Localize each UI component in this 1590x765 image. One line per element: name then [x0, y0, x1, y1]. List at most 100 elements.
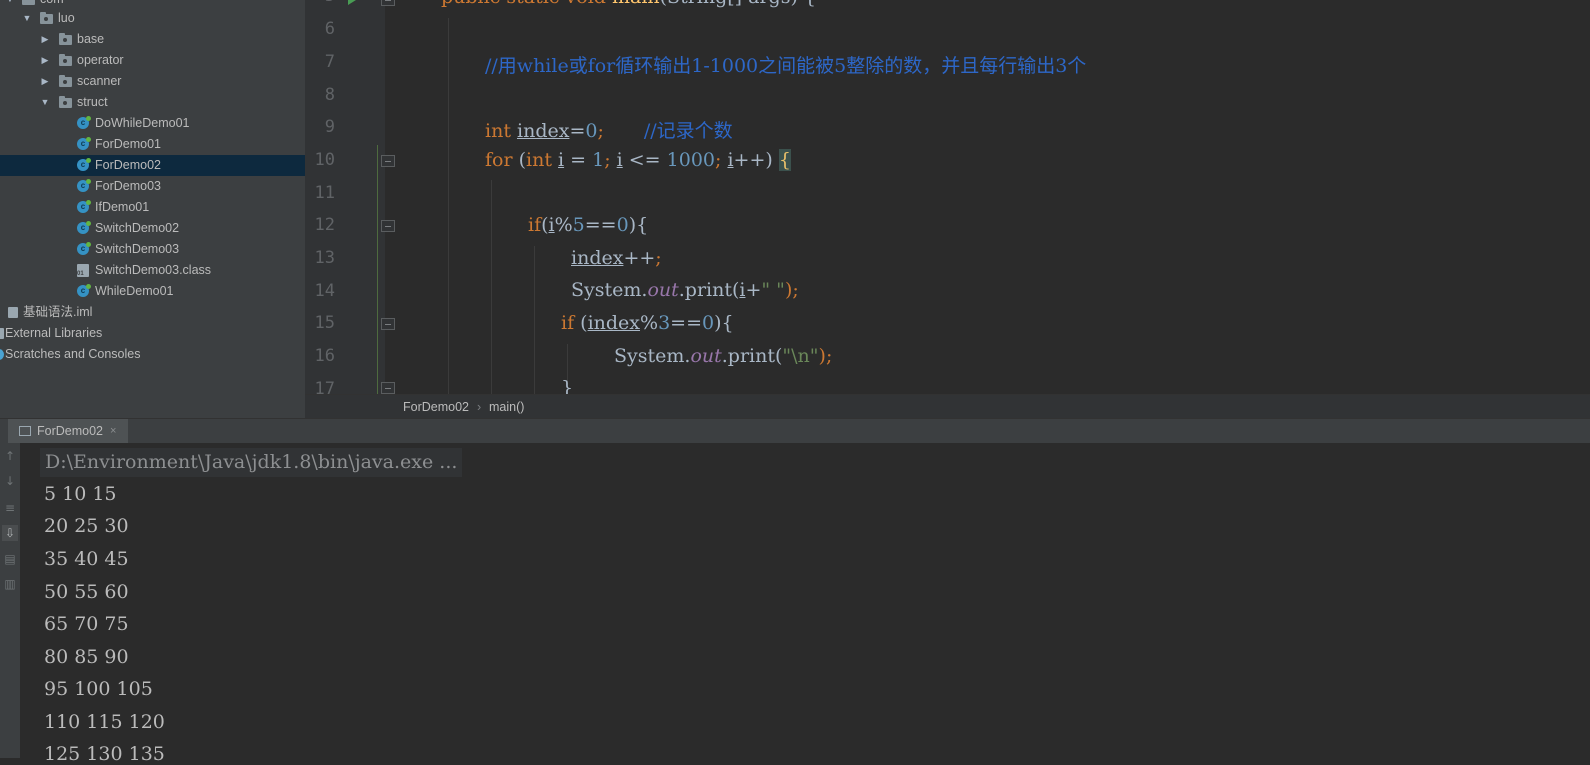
tree-item-dowhiledemo01[interactable]: c DoWhileDemo01: [0, 113, 305, 134]
run-console[interactable]: ↑ ↓ ≡ ⇩ ▤ ▥ D:\Environment\Java\jdk1.8\b…: [0, 443, 1590, 765]
soft-wrap-icon[interactable]: ≡: [2, 500, 18, 516]
tree-item-switchdemo02[interactable]: c SwitchDemo02: [0, 218, 305, 239]
tree-item-switchdemo03-class[interactable]: SwitchDemo03.class: [0, 260, 305, 281]
console-output-line: 95 100 105: [44, 678, 153, 700]
code-editor[interactable]: 5 6 7 8 9 10 11 12 13 14 15 16 17 public…: [305, 0, 1590, 394]
tree-item-scanner[interactable]: ▶ scanner: [0, 71, 305, 92]
java-class-icon: c: [77, 200, 91, 213]
code-line-15: if (index%3==0){: [561, 312, 734, 334]
line-number: 12: [314, 215, 335, 235]
indent-guide: [534, 246, 535, 394]
tree-item-label: IfDemo01: [95, 200, 150, 214]
code-token: 0: [585, 120, 598, 142]
tree-item-ifdemo01[interactable]: c IfDemo01: [0, 197, 305, 218]
chevron-down-icon[interactable]: ▼: [40, 92, 50, 113]
run-tab-bar: ForDemo02 ×: [0, 418, 1590, 445]
java-class-icon: c: [77, 179, 91, 192]
tree-item-struct[interactable]: ▼ struct: [0, 92, 305, 113]
code-token: %: [640, 312, 659, 334]
tree-item-label: luo: [58, 11, 75, 25]
code-token: =: [564, 149, 593, 171]
code-token: ;: [604, 149, 617, 171]
chevron-right-icon[interactable]: ▶: [40, 50, 50, 71]
console-toolbar: ↑ ↓ ≡ ⇩ ▤ ▥: [0, 443, 20, 758]
fold-range-line: [377, 145, 378, 394]
chevron-down-icon[interactable]: ▼: [22, 8, 32, 29]
tree-item-label: SwitchDemo02: [95, 221, 180, 235]
tree-item-luo[interactable]: ▼ luo: [0, 8, 305, 29]
code-token: for: [485, 149, 519, 171]
code-token: " ": [761, 279, 785, 301]
code-token: out: [647, 279, 679, 301]
fold-marker-icon[interactable]: [381, 220, 395, 232]
fold-marker-icon[interactable]: [381, 318, 395, 330]
java-class-icon: c: [77, 284, 91, 297]
code-comment: //记录个数: [643, 120, 733, 142]
fold-marker-icon[interactable]: [381, 382, 395, 394]
code-token: ;: [655, 247, 662, 269]
code-token: ){: [714, 312, 734, 334]
chevron-right-icon[interactable]: ▶: [40, 29, 50, 50]
code-token: 0: [702, 312, 715, 334]
tree-item-external-libraries[interactable]: External Libraries: [0, 323, 305, 344]
code-token: .print(: [721, 345, 783, 367]
code-token: +: [745, 279, 762, 301]
line-number: 8: [324, 85, 335, 105]
scroll-to-end-icon[interactable]: ⇩: [2, 525, 18, 541]
java-class-icon: c: [77, 242, 91, 255]
console-output-line: 50 55 60: [44, 581, 129, 603]
tree-item-label: ForDemo01: [95, 137, 161, 151]
tree-item-label: 基础语法.iml: [23, 305, 93, 319]
fold-marker-icon[interactable]: [381, 0, 395, 6]
trash-icon[interactable]: ▥: [2, 576, 18, 592]
tree-item-operator[interactable]: ▶ operator: [0, 50, 305, 71]
console-icon: [19, 426, 31, 436]
package-icon: [59, 96, 72, 108]
code-token: 0: [616, 214, 629, 236]
line-number: 5: [305, 0, 335, 6]
line-number: 15: [314, 313, 335, 333]
fold-marker-icon[interactable]: [381, 155, 395, 167]
tree-item-scratches[interactable]: Scratches and Consoles: [0, 344, 305, 365]
tree-item-base[interactable]: ▶ base: [0, 29, 305, 50]
tree-item-label: scanner: [77, 74, 122, 88]
code-token: .print(: [678, 279, 740, 301]
indent-guide: [448, 18, 449, 394]
print-icon[interactable]: ▤: [2, 551, 18, 567]
project-tree: ▼ com ▼ luo ▶ base ▶ operator ▶ scanner …: [0, 0, 306, 424]
code-line-13: index++;: [571, 247, 662, 269]
code-token: );: [784, 279, 799, 301]
run-gutter-icon[interactable]: [348, 0, 356, 5]
code-token: }: [561, 377, 574, 394]
tree-item-fordemo03[interactable]: c ForDemo03: [0, 176, 305, 197]
code-token: ++): [733, 149, 779, 171]
line-number: 14: [314, 281, 335, 301]
tree-item-switchdemo03[interactable]: c SwitchDemo03: [0, 239, 305, 260]
tree-item-whiledemo01[interactable]: c WhileDemo01: [0, 281, 305, 302]
tree-item-label: Scratches and Consoles: [5, 347, 141, 361]
line-number: 17: [314, 379, 335, 394]
console-output-line: 80 85 90: [44, 646, 129, 668]
tab-fordemo02[interactable]: ForDemo02 ×: [8, 419, 128, 444]
package-icon: [40, 12, 53, 24]
line-number: 6: [324, 19, 335, 39]
breadcrumb-class[interactable]: ForDemo02: [403, 400, 469, 414]
code-line-14: System.out.print(i+" ");: [571, 279, 799, 301]
code-token: if: [561, 312, 581, 334]
close-icon[interactable]: ×: [110, 419, 116, 444]
code-line-9: int index=0; //记录个数: [485, 116, 733, 143]
code-token: (: [580, 312, 588, 334]
tree-item-label: base: [77, 32, 105, 46]
code-token: ;: [715, 149, 728, 171]
down-arrow-icon[interactable]: ↓: [2, 473, 18, 489]
code-token: ){: [628, 214, 649, 236]
tree-item-fordemo01[interactable]: c ForDemo01: [0, 134, 305, 155]
breadcrumb-method[interactable]: main(): [489, 400, 524, 414]
up-arrow-icon[interactable]: ↑: [2, 448, 18, 464]
code-line-17: }: [561, 377, 573, 394]
tree-item-fordemo02[interactable]: c ForDemo02: [0, 155, 305, 176]
console-output-line: 35 40 45: [44, 548, 129, 570]
tree-item-iml-file[interactable]: 基础语法.iml: [0, 302, 305, 323]
chevron-right-icon[interactable]: ▶: [40, 71, 50, 92]
code-token: 1000: [666, 149, 715, 171]
